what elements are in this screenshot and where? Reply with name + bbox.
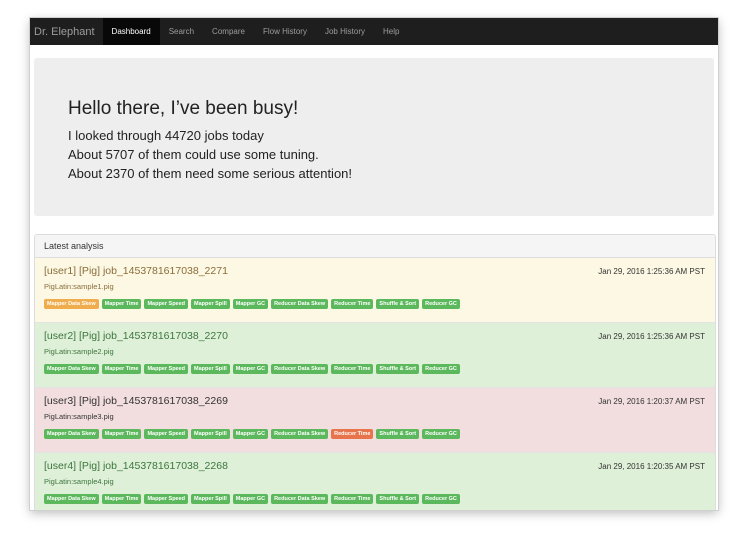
nav-item-dashboard[interactable]: Dashboard <box>102 18 160 45</box>
job-title[interactable]: [user2] [Pig] job_1453781617038_2270 <box>44 330 228 342</box>
panel-heading: Latest analysis <box>35 235 715 258</box>
top-navbar: Dr. Elephant Dashboard Search Compare Flow … <box>30 18 718 45</box>
job-title[interactable]: [user4] [Pig] job_1453781617038_2268 <box>44 460 228 472</box>
heuristic-label-mapper-gc[interactable]: Mapper GC <box>232 299 269 309</box>
hero-jobs-count: I looked through 44720 jobs today <box>68 128 264 143</box>
nav-item-help[interactable]: Help <box>374 18 408 45</box>
heuristic-label-shuffle-sort[interactable]: Shuffle & Sort <box>376 299 420 309</box>
heuristic-label-reducer-time[interactable]: Reducer Time <box>331 299 374 309</box>
heuristic-label-mapper-time[interactable]: Mapper Time <box>101 299 142 309</box>
job-name: PigLatin:sample2.pig <box>44 347 114 356</box>
nav-menu: Dashboard Search Compare Flow History Job Hi… <box>102 18 409 45</box>
heuristic-label-shuffle-sort[interactable]: Shuffle & Sort <box>376 364 420 374</box>
heuristic-label-mapper-gc[interactable]: Mapper GC <box>232 429 269 439</box>
job-row[interactable]: [user4] [Pig] job_1453781617038_2268 Jan … <box>35 453 715 510</box>
heuristic-label-mapper-speed[interactable]: Mapper Speed <box>144 299 189 309</box>
heuristic-label-reducer-data-skew[interactable]: Reducer Data Skew <box>271 429 329 439</box>
heuristic-label-reducer-gc[interactable]: Reducer GC <box>422 364 460 374</box>
heuristic-label-mapper-speed[interactable]: Mapper Speed <box>144 364 189 374</box>
heuristic-label-reducer-time[interactable]: Reducer Time <box>331 494 374 504</box>
heuristic-label-reducer-data-skew[interactable]: Reducer Data Skew <box>271 494 329 504</box>
heuristic-label-mapper-spill[interactable]: Mapper Spill <box>191 299 230 309</box>
job-row[interactable]: [user1] [Pig] job_1453781617038_2271 Jan … <box>35 258 715 323</box>
heuristic-label-mapper-gc[interactable]: Mapper GC <box>232 364 269 374</box>
heuristic-label-reducer-time[interactable]: Reducer Time <box>331 429 374 439</box>
heuristic-label-mapper-data-skew[interactable]: Mapper Data Skew <box>44 429 99 439</box>
nav-item-job-history[interactable]: Job History <box>316 18 374 45</box>
heuristic-label-mapper-spill[interactable]: Mapper Spill <box>191 364 230 374</box>
heuristic-labels: Mapper Data Skew Mapper Time Mapper Speed M… <box>44 429 460 439</box>
heuristic-label-mapper-spill[interactable]: Mapper Spill <box>191 494 230 504</box>
heuristic-label-reducer-gc[interactable]: Reducer GC <box>422 299 460 309</box>
heuristic-label-shuffle-sort[interactable]: Shuffle & Sort <box>376 429 420 439</box>
heuristic-label-mapper-data-skew[interactable]: Mapper Data Skew <box>44 364 99 374</box>
hero-title: Hello there, I’ve been busy! <box>68 98 299 119</box>
job-name: PigLatin:sample4.pig <box>44 477 114 486</box>
heuristic-label-reducer-gc[interactable]: Reducer GC <box>422 429 460 439</box>
nav-item-search[interactable]: Search <box>160 18 203 45</box>
job-timestamp: Jan 29, 2016 1:25:36 AM PST <box>598 332 705 341</box>
heuristic-labels: Mapper Data Skew Mapper Time Mapper Speed M… <box>44 364 460 374</box>
latest-analysis-panel: Latest analysis [user1] [Pig] job_145378… <box>34 234 716 510</box>
heuristic-label-reducer-data-skew[interactable]: Reducer Data Skew <box>271 299 329 309</box>
hero-tuning-count: About 5707 of them could use some tuning… <box>68 147 319 162</box>
job-timestamp: Jan 29, 2016 1:25:36 AM PST <box>598 267 705 276</box>
heuristic-label-reducer-data-skew[interactable]: Reducer Data Skew <box>271 364 329 374</box>
job-title[interactable]: [user3] [Pig] job_1453781617038_2269 <box>44 395 228 407</box>
heuristic-label-mapper-gc[interactable]: Mapper GC <box>232 494 269 504</box>
nav-item-flow-history[interactable]: Flow History <box>254 18 316 45</box>
heuristic-label-shuffle-sort[interactable]: Shuffle & Sort <box>376 494 420 504</box>
heuristic-label-mapper-speed[interactable]: Mapper Speed <box>144 494 189 504</box>
heuristic-label-mapper-data-skew[interactable]: Mapper Data Skew <box>44 299 99 309</box>
heuristic-label-reducer-gc[interactable]: Reducer GC <box>422 494 460 504</box>
job-name: PigLatin:sample1.pig <box>44 282 114 291</box>
browser-frame: Dr. Elephant Dashboard Search Compare Flow … <box>30 18 718 510</box>
heuristic-label-mapper-time[interactable]: Mapper Time <box>101 364 142 374</box>
heuristic-label-mapper-time[interactable]: Mapper Time <box>101 429 142 439</box>
heuristic-label-mapper-spill[interactable]: Mapper Spill <box>191 429 230 439</box>
job-title[interactable]: [user1] [Pig] job_1453781617038_2271 <box>44 265 228 277</box>
job-timestamp: Jan 29, 2016 1:20:35 AM PST <box>598 462 705 471</box>
heuristic-labels: Mapper Data Skew Mapper Time Mapper Speed M… <box>44 299 460 309</box>
heuristic-labels: Mapper Data Skew Mapper Time Mapper Speed M… <box>44 494 460 504</box>
job-timestamp: Jan 29, 2016 1:20:37 AM PST <box>598 397 705 406</box>
heuristic-label-mapper-data-skew[interactable]: Mapper Data Skew <box>44 494 99 504</box>
heuristic-label-mapper-speed[interactable]: Mapper Speed <box>144 429 189 439</box>
job-name: PigLatin:sample3.pig <box>44 412 114 421</box>
job-row[interactable]: [user3] [Pig] job_1453781617038_2269 Jan … <box>35 388 715 453</box>
heuristic-label-mapper-time[interactable]: Mapper Time <box>101 494 142 504</box>
job-list: [user1] [Pig] job_1453781617038_2271 Jan … <box>35 258 715 510</box>
brand-link[interactable]: Dr. Elephant <box>30 18 103 45</box>
nav-item-compare[interactable]: Compare <box>203 18 254 45</box>
welcome-jumbotron: Hello there, I’ve been busy! I looked th… <box>34 58 714 216</box>
hero-critical-count: About 2370 of them need some serious att… <box>68 166 353 181</box>
heuristic-label-reducer-time[interactable]: Reducer Time <box>331 364 374 374</box>
job-row[interactable]: [user2] [Pig] job_1453781617038_2270 Jan … <box>35 323 715 388</box>
